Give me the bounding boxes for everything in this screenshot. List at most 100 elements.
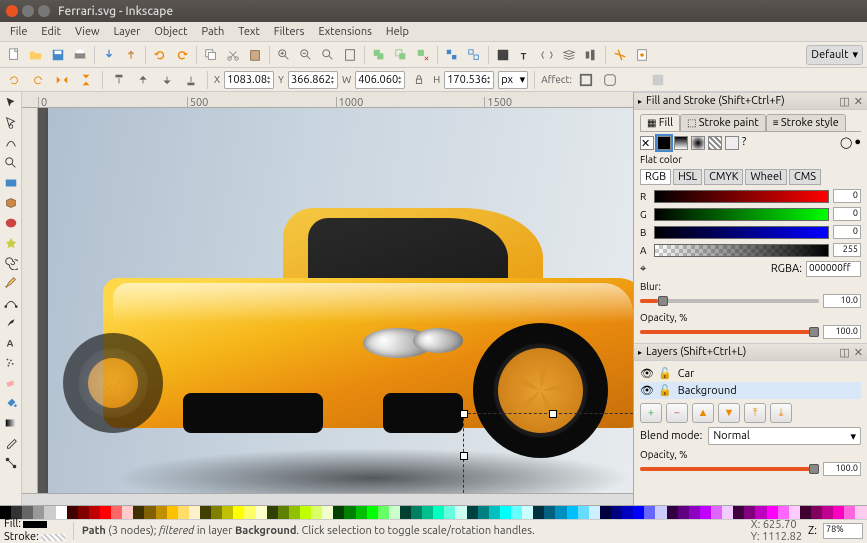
y-field[interactable]: 366.862▴▾: [288, 71, 338, 89]
lower-bottom-button[interactable]: [181, 70, 201, 90]
window-close-button[interactable]: [6, 5, 18, 17]
canvas[interactable]: [38, 108, 633, 493]
xml-editor-button[interactable]: [537, 45, 557, 65]
palette-swatch[interactable]: [822, 506, 833, 519]
palette-swatch[interactable]: [555, 506, 566, 519]
status-fill-swatch[interactable]: [23, 521, 47, 528]
duplicate-button[interactable]: [369, 45, 389, 65]
cut-button[interactable]: [223, 45, 243, 65]
node-tool[interactable]: [2, 114, 20, 132]
colormode-cmyk[interactable]: CMYK: [704, 169, 743, 185]
colormode-cms[interactable]: CMS: [789, 169, 821, 185]
palette-swatch[interactable]: [811, 506, 822, 519]
dock-icon[interactable]: ◫: [839, 95, 849, 108]
lock-aspect-button[interactable]: [409, 70, 429, 90]
window-minimize-button[interactable]: [22, 5, 34, 17]
palette-swatch[interactable]: [655, 506, 666, 519]
menu-object[interactable]: Object: [148, 24, 193, 40]
layers-button[interactable]: [559, 45, 579, 65]
palette-swatch[interactable]: [667, 506, 678, 519]
selection-box[interactable]: [463, 413, 633, 493]
palette-swatch[interactable]: [267, 506, 278, 519]
palette-swatch[interactable]: [333, 506, 344, 519]
bezier-tool[interactable]: [2, 294, 20, 312]
affect-pattern-button[interactable]: [648, 70, 668, 90]
palette-swatch[interactable]: [300, 506, 311, 519]
palette-swatch[interactable]: [733, 506, 744, 519]
layer-top-button[interactable]: ⤒: [744, 403, 766, 423]
palette-swatch[interactable]: [789, 506, 800, 519]
spray-tool[interactable]: [2, 354, 20, 372]
layer-opacity-value[interactable]: 100.0: [823, 462, 861, 476]
palette-swatch[interactable]: [433, 506, 444, 519]
palette-swatch[interactable]: [378, 506, 389, 519]
spiral-tool[interactable]: [2, 254, 20, 272]
style-preset-combo[interactable]: Default ▾: [806, 45, 863, 65]
rgba-field[interactable]: 000000ff: [806, 261, 861, 277]
paint-open-icon[interactable]: ◯: [840, 136, 852, 150]
print-button[interactable]: [70, 45, 90, 65]
zoom-fit-button[interactable]: [318, 45, 338, 65]
palette-swatch[interactable]: [167, 506, 178, 519]
fill-opacity-slider[interactable]: [640, 330, 819, 334]
dock-icon[interactable]: ◫: [839, 346, 849, 359]
palette-swatch[interactable]: [389, 506, 400, 519]
palette-swatch[interactable]: [89, 506, 100, 519]
layer-row[interactable]: 👁🔓Car: [640, 365, 861, 382]
layer-bottom-button[interactable]: ⤓: [770, 403, 792, 423]
palette-swatch[interactable]: [833, 506, 844, 519]
unit-combo[interactable]: px▾: [498, 71, 528, 89]
flip-h-button[interactable]: [52, 70, 72, 90]
selector-tool[interactable]: [2, 94, 20, 112]
eyedropper-icon[interactable]: ⌖: [640, 263, 646, 276]
palette-swatch[interactable]: [567, 506, 578, 519]
layers-panel-header[interactable]: ▸ Layers (Shift+Ctrl+L) ◫✕: [634, 343, 867, 361]
zoom-page-button[interactable]: [340, 45, 360, 65]
palette-swatch[interactable]: [156, 506, 167, 519]
palette-swatch[interactable]: [144, 506, 155, 519]
affect-gradient-button[interactable]: [624, 70, 644, 90]
palette-swatch[interactable]: [711, 506, 722, 519]
prefs-button[interactable]: [610, 45, 630, 65]
lower-layer-button[interactable]: ▼: [718, 403, 740, 423]
open-file-button[interactable]: [26, 45, 46, 65]
a-slider[interactable]: [654, 244, 829, 257]
paint-lock-icon[interactable]: ●: [854, 136, 861, 150]
affect-corners-button[interactable]: [600, 70, 620, 90]
colormode-wheel[interactable]: Wheel: [745, 169, 786, 185]
lock-icon[interactable]: 🔓: [658, 367, 672, 380]
affect-stroke-button[interactable]: [576, 70, 596, 90]
raise-button[interactable]: [133, 70, 153, 90]
palette-swatch[interactable]: [855, 506, 866, 519]
g-slider[interactable]: [654, 208, 829, 221]
palette-swatch[interactable]: [233, 506, 244, 519]
palette-swatch[interactable]: [200, 506, 211, 519]
import-button[interactable]: [99, 45, 119, 65]
palette-swatch[interactable]: [289, 506, 300, 519]
menu-path[interactable]: Path: [196, 24, 231, 40]
rotate-cw-button[interactable]: [28, 70, 48, 90]
palette-swatch[interactable]: [644, 506, 655, 519]
paint-linear-button[interactable]: [674, 136, 688, 150]
menu-layer[interactable]: Layer: [108, 24, 147, 40]
palette-swatch[interactable]: [511, 506, 522, 519]
palette-swatch[interactable]: [700, 506, 711, 519]
remove-layer-button[interactable]: −: [666, 403, 688, 423]
zoom-field[interactable]: 78%: [823, 523, 863, 539]
palette-swatch[interactable]: [500, 506, 511, 519]
clone-button[interactable]: [391, 45, 411, 65]
rotate-ccw-button[interactable]: [4, 70, 24, 90]
text-tool[interactable]: A: [2, 334, 20, 352]
status-stroke-swatch[interactable]: [41, 534, 65, 541]
fill-opacity-value[interactable]: 100.0: [823, 325, 861, 339]
menu-filters[interactable]: Filters: [268, 24, 311, 40]
eye-icon[interactable]: 👁: [640, 384, 652, 397]
paste-button[interactable]: [245, 45, 265, 65]
add-layer-button[interactable]: +: [640, 403, 662, 423]
menu-file[interactable]: File: [4, 24, 33, 40]
paint-flat-button[interactable]: [657, 136, 671, 150]
layer-row[interactable]: 👁🔓Background: [640, 382, 861, 399]
lower-button[interactable]: [157, 70, 177, 90]
palette-swatch[interactable]: [222, 506, 233, 519]
zoom-tool[interactable]: [2, 154, 20, 172]
